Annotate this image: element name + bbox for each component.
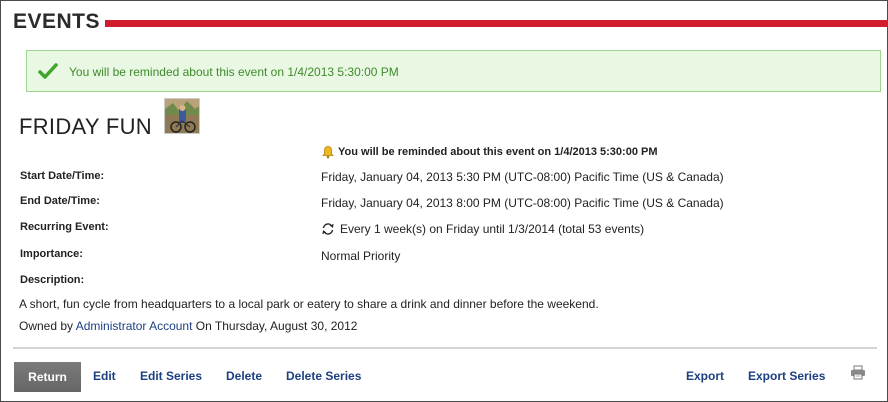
print-icon[interactable] xyxy=(850,365,866,380)
recurring-row: Every 1 week(s) on Friday until 1/3/2014… xyxy=(321,222,644,236)
action-bar: Return Edit Edit Series Delete Delete Se… xyxy=(14,362,880,392)
events-page: EVENTS You will be reminded about this e… xyxy=(0,0,888,402)
importance-label: Importance: xyxy=(20,248,83,260)
event-image[interactable] xyxy=(164,98,200,134)
check-icon xyxy=(38,63,58,79)
recurring-icon xyxy=(322,223,334,235)
start-value: Friday, January 04, 2013 5:30 PM (UTC-08… xyxy=(321,170,724,184)
start-label: Start Date/Time: xyxy=(20,170,105,182)
reminder-note: You will be reminded about this event on… xyxy=(321,145,658,159)
export-link[interactable]: Export xyxy=(686,369,724,383)
end-value: Friday, January 04, 2013 8:00 PM (UTC-08… xyxy=(321,196,724,210)
return-button[interactable]: Return xyxy=(14,362,81,392)
owned-date: On Thursday, August 30, 2012 xyxy=(195,319,358,333)
export-series-link[interactable]: Export Series xyxy=(748,369,825,383)
reminder-text: You will be reminded about this event on… xyxy=(338,146,658,158)
delete-series-link[interactable]: Delete Series xyxy=(286,369,361,383)
page-title: EVENTS xyxy=(13,10,101,33)
page-header: EVENTS xyxy=(13,10,888,38)
event-description: A short, fun cycle from headquarters to … xyxy=(19,297,599,311)
owner-line: Owned by Administrator Account On Thursd… xyxy=(19,319,357,333)
owned-prefix: Owned by xyxy=(19,319,74,333)
success-banner: You will be reminded about this event on… xyxy=(26,50,881,92)
importance-value: Normal Priority xyxy=(321,249,401,263)
edit-link[interactable]: Edit xyxy=(93,369,116,383)
edit-series-link[interactable]: Edit Series xyxy=(140,369,202,383)
recurring-value: Every 1 week(s) on Friday until 1/3/2014… xyxy=(340,222,645,236)
delete-link[interactable]: Delete xyxy=(226,369,262,383)
event-title: FRIDAY FUN xyxy=(19,114,152,139)
end-label: End Date/Time: xyxy=(20,195,100,207)
recurring-label: Recurring Event: xyxy=(20,221,109,233)
banner-message: You will be reminded about this event on… xyxy=(69,65,399,79)
divider xyxy=(13,347,877,349)
owner-link[interactable]: Administrator Account xyxy=(76,319,193,333)
bell-icon xyxy=(322,146,334,159)
header-accent-bar xyxy=(105,20,888,27)
description-label: Description: xyxy=(20,274,85,286)
